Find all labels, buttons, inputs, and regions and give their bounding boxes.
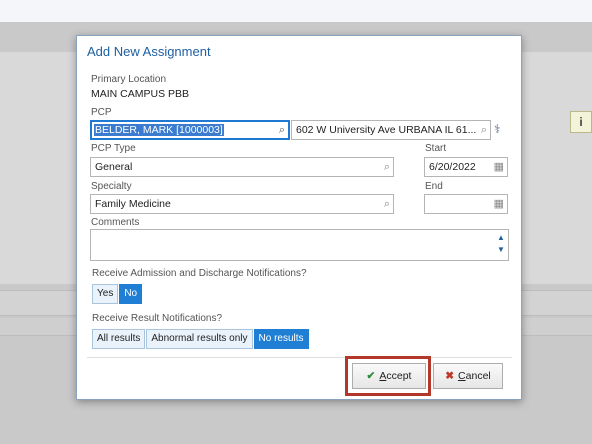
start-date-value: 6/20/2022 — [429, 161, 476, 173]
pcp-type-input[interactable]: General ⌕ — [90, 157, 394, 177]
pcp-type-label: PCP Type — [91, 143, 136, 154]
calendar-icon[interactable]: ▦ — [494, 197, 504, 211]
all-results-button[interactable]: All results — [92, 329, 146, 349]
specialty-label: Specialty — [91, 181, 132, 192]
primary-location-label: Primary Location — [91, 74, 167, 85]
pcp-address-value: 602 W University Ave URBANA IL 61... — [296, 124, 477, 136]
provider-lookup-icon[interactable]: ⚕ — [494, 122, 501, 136]
start-date-input[interactable]: 6/20/2022 ▦ — [424, 157, 508, 177]
admission-notifications-label: Receive Admission and Discharge Notifica… — [92, 268, 307, 279]
specialty-value: Family Medicine — [95, 198, 171, 210]
search-icon[interactable]: ⌕ — [481, 123, 487, 137]
calendar-icon[interactable]: ▦ — [494, 160, 504, 174]
admission-notifications-toggle: Yes No — [92, 284, 143, 304]
app-top-bar — [0, 0, 592, 22]
checkmark-icon: ✔ — [366, 370, 376, 382]
accept-button[interactable]: ✔ Accept — [352, 363, 426, 389]
chevron-down-icon[interactable]: ▼ — [496, 244, 506, 256]
abnormal-results-only-button[interactable]: Abnormal results only — [146, 329, 253, 349]
no-results-button[interactable]: No results — [253, 329, 309, 349]
pcp-label: PCP — [91, 107, 112, 118]
comments-label: Comments — [91, 217, 140, 228]
start-label: Start — [425, 143, 447, 154]
pcp-input-value: BELDER, MARK [1000003] — [94, 124, 224, 136]
result-notifications-toggle: All results Abnormal results only No res… — [92, 329, 310, 349]
result-notifications-label: Receive Result Notifications? — [92, 313, 223, 324]
admission-notifications-no-button[interactable]: No — [119, 284, 143, 304]
x-icon: ✖ — [445, 370, 455, 382]
pcp-input[interactable]: BELDER, MARK [1000003] ⌕ — [90, 120, 290, 140]
end-label: End — [425, 181, 443, 192]
add-new-assignment-dialog: Add New Assignment Primary Location MAIN… — [76, 35, 522, 400]
cancel-button[interactable]: ✖ Cancel — [433, 363, 503, 389]
search-icon[interactable]: ⌕ — [384, 160, 390, 174]
specialty-input[interactable]: Family Medicine ⌕ — [90, 194, 394, 214]
comments-textarea[interactable]: ▲ ▼ — [90, 229, 509, 261]
pcp-address-field[interactable]: 602 W University Ave URBANA IL 61... ⌕ — [291, 120, 491, 140]
info-icon: i — [579, 115, 583, 129]
footer-divider — [87, 357, 512, 358]
admission-notifications-yes-button[interactable]: Yes — [92, 284, 119, 304]
chevron-up-icon[interactable]: ▲ — [496, 232, 506, 244]
search-icon[interactable]: ⌕ — [384, 197, 390, 211]
info-button[interactable]: i — [570, 111, 592, 133]
search-icon[interactable]: ⌕ — [279, 123, 285, 137]
pcp-type-value: General — [95, 161, 133, 173]
comments-spinner[interactable]: ▲ ▼ — [496, 232, 506, 256]
end-date-input[interactable]: ▦ — [424, 194, 508, 214]
dialog-title: Add New Assignment — [87, 44, 211, 59]
primary-location-value: MAIN CAMPUS PBB — [91, 88, 190, 100]
